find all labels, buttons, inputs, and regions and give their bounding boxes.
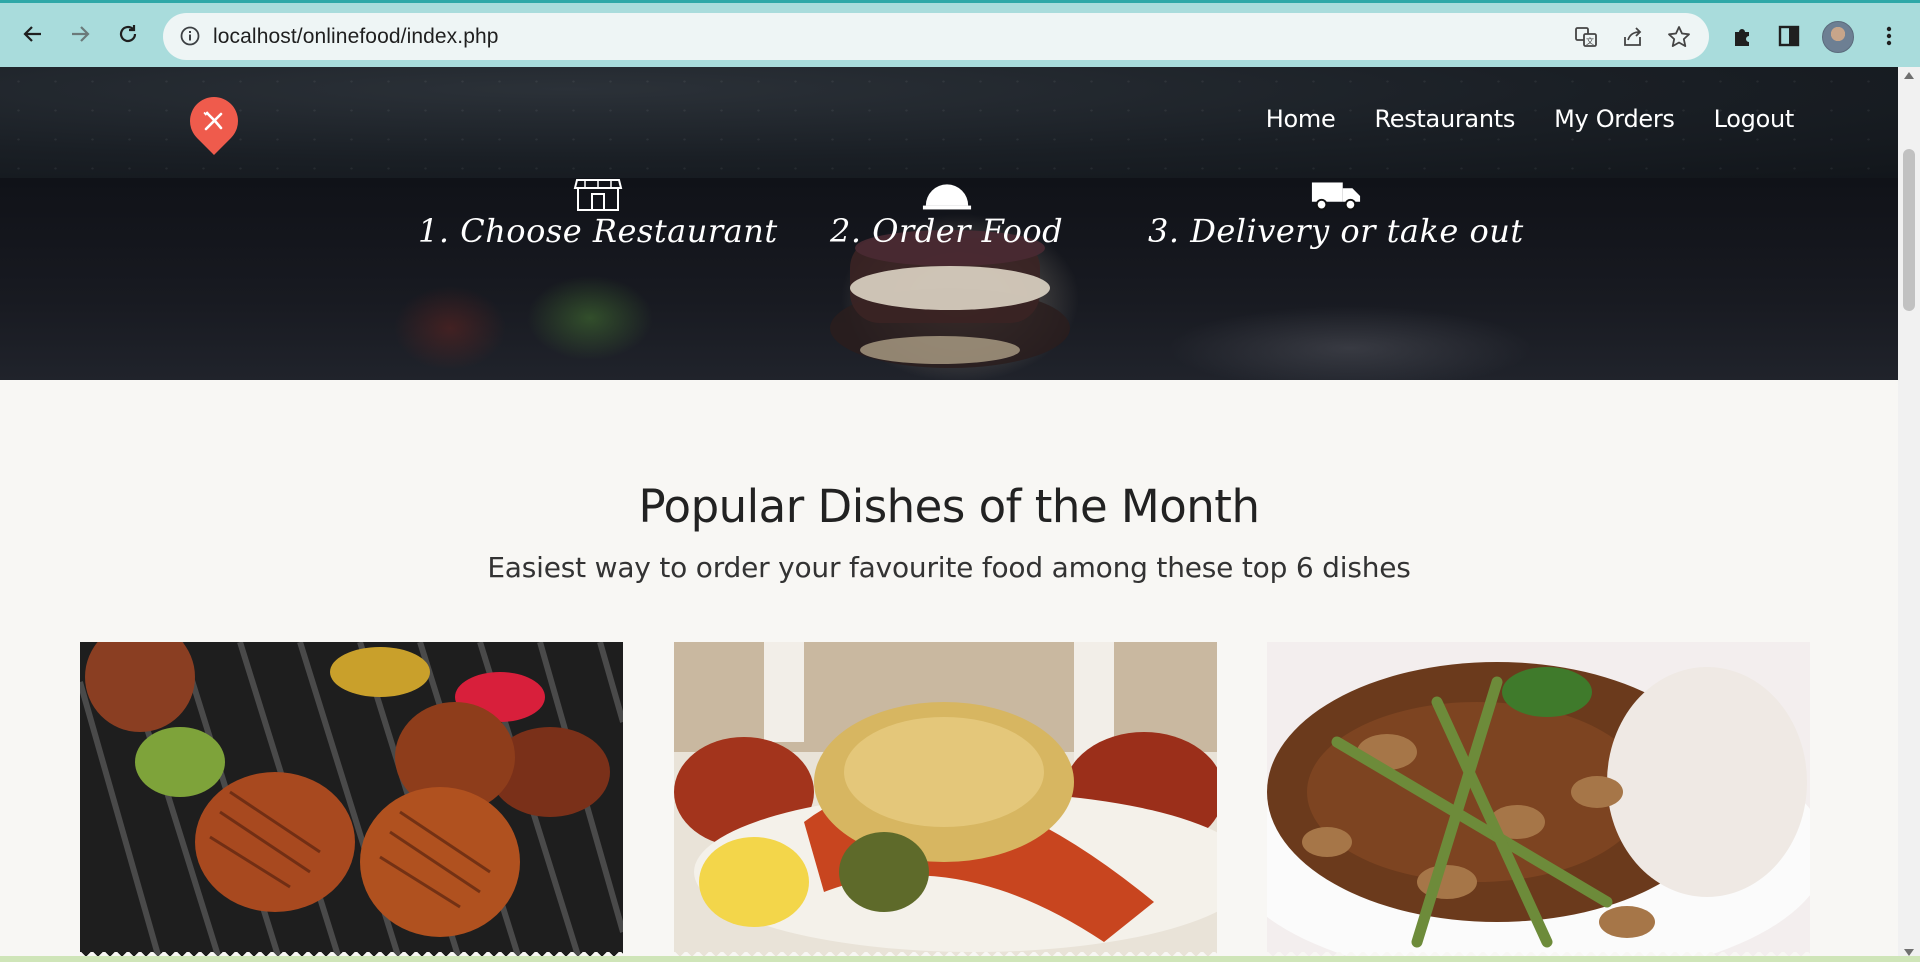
page-viewport: Home Restaurants My Orders Logout 1. Cho… bbox=[0, 67, 1898, 962]
nav-restaurants[interactable]: Restaurants bbox=[1374, 105, 1515, 133]
section-title: Popular Dishes of the Month bbox=[638, 480, 1260, 533]
main-nav: Home Restaurants My Orders Logout bbox=[1266, 105, 1795, 133]
fork-knife-icon bbox=[203, 111, 223, 131]
site-header: Home Restaurants My Orders Logout bbox=[0, 67, 1898, 178]
window-bottom-border bbox=[0, 956, 1920, 962]
site-logo[interactable] bbox=[180, 87, 248, 155]
scroll-up-arrow-icon[interactable] bbox=[1904, 72, 1914, 79]
menu-kebab-icon[interactable] bbox=[1876, 23, 1902, 49]
step-label: 1. Choose Restaurant bbox=[418, 212, 778, 250]
storefront-icon bbox=[573, 179, 623, 211]
browser-toolbar: localhost/onlinefood/index.php 文 bbox=[0, 0, 1920, 67]
profile-avatar[interactable] bbox=[1822, 21, 1854, 53]
nav-logout[interactable]: Logout bbox=[1714, 105, 1795, 133]
step-order-food: 2. Order Food bbox=[830, 178, 1063, 250]
share-icon[interactable] bbox=[1620, 24, 1646, 50]
delivery-truck-icon bbox=[1311, 182, 1360, 211]
dish-card-image[interactable] bbox=[674, 642, 1217, 962]
reload-button[interactable] bbox=[111, 17, 145, 51]
svg-text:文: 文 bbox=[1586, 36, 1594, 46]
translate-icon[interactable]: 文 bbox=[1573, 24, 1599, 50]
scroll-down-arrow-icon[interactable] bbox=[1904, 949, 1914, 956]
sidepanel-icon[interactable] bbox=[1776, 23, 1802, 49]
extensions-icon[interactable] bbox=[1730, 23, 1756, 49]
address-bar[interactable]: localhost/onlinefood/index.php 文 bbox=[163, 13, 1709, 60]
back-button[interactable] bbox=[16, 17, 50, 51]
dish-card-image[interactable] bbox=[80, 642, 623, 962]
forward-icon bbox=[72, 26, 90, 42]
stuffed-lobster-image bbox=[674, 642, 1217, 962]
grilled-patties-image bbox=[80, 642, 623, 962]
url-text[interactable]: localhost/onlinefood/index.php bbox=[213, 25, 499, 49]
dish-card-image[interactable] bbox=[1267, 642, 1810, 962]
cloche-icon bbox=[922, 184, 971, 210]
step-delivery: 3. Delivery or take out bbox=[1148, 178, 1524, 250]
step-label: 3. Delivery or take out bbox=[1148, 212, 1524, 250]
step-choose-restaurant: 1. Choose Restaurant bbox=[418, 178, 778, 250]
back-icon bbox=[23, 26, 41, 42]
nav-home[interactable]: Home bbox=[1266, 105, 1336, 133]
hero-banner: 1. Choose Restaurant 2. Order Food 3. De… bbox=[0, 178, 1898, 380]
chicken-marsala-image bbox=[1267, 642, 1810, 962]
star-icon[interactable] bbox=[1666, 24, 1692, 50]
step-label: 2. Order Food bbox=[830, 212, 1064, 250]
section-subtitle: Easiest way to order your favourite food… bbox=[487, 551, 1411, 584]
nav-my-orders[interactable]: My Orders bbox=[1554, 105, 1675, 133]
page-scrollbar[interactable] bbox=[1898, 67, 1920, 962]
forward-button[interactable] bbox=[63, 17, 97, 51]
reload-icon bbox=[119, 25, 137, 43]
scroll-thumb[interactable] bbox=[1903, 149, 1915, 311]
info-icon[interactable] bbox=[179, 25, 201, 47]
